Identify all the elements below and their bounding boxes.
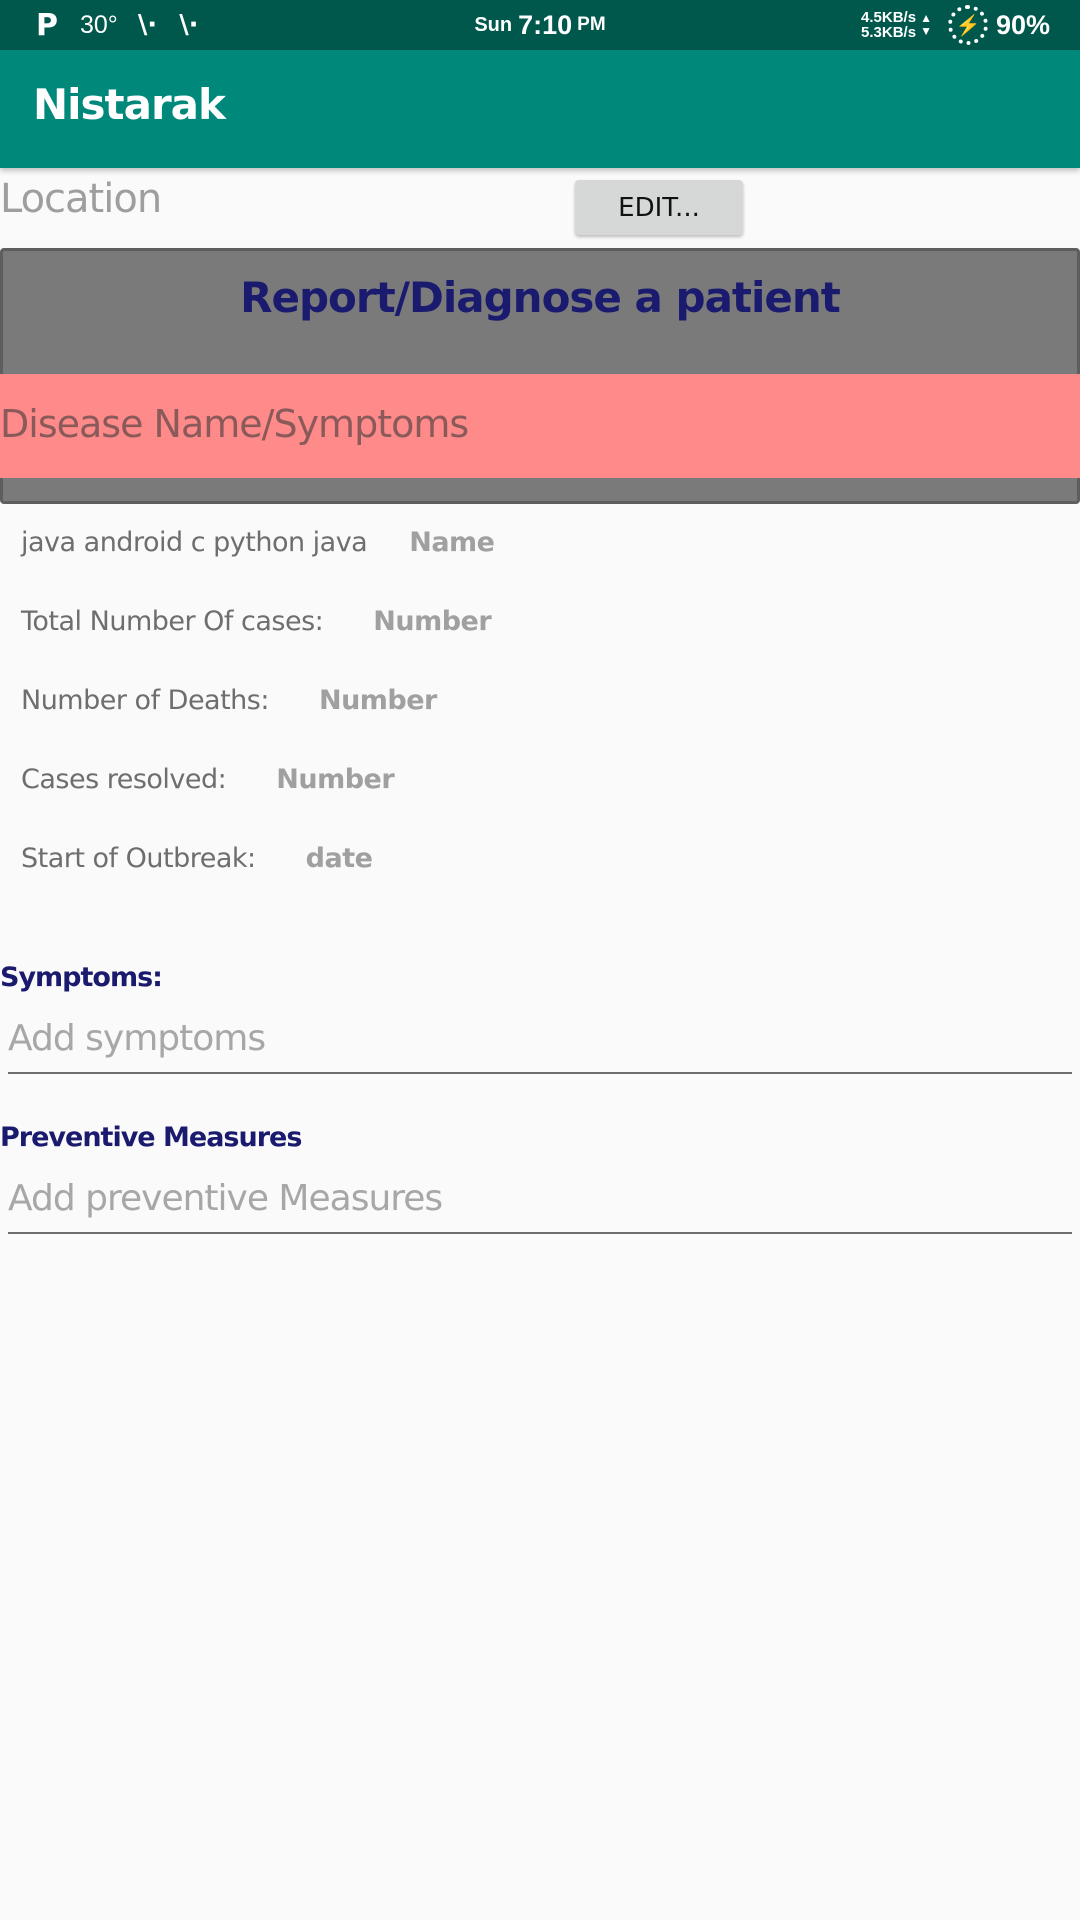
stat-value[interactable]: Number — [319, 685, 437, 716]
screen: P 30° \· \· Sun 7:10 PM 4.5KB/s 5.3KB/s … — [0, 0, 1080, 1920]
stat-value[interactable]: Number — [276, 764, 394, 795]
disease-name-label: Disease Name/Symptoms — [0, 402, 469, 446]
upload-speed: 4.5KB/s — [861, 9, 917, 26]
app-title: Nistarak — [33, 80, 226, 129]
stat-value[interactable]: Number — [373, 606, 491, 637]
stat-row-resolved: Cases resolved: Number — [21, 754, 395, 804]
download-speed: 5.3KB/s — [861, 24, 917, 41]
stat-row-outbreak-start: Start of Outbreak: date — [21, 833, 373, 883]
symptoms-heading: Symptoms: — [0, 962, 163, 993]
battery-charging-icon: ⚡ — [947, 5, 988, 45]
stat-label: Start of Outbreak: — [21, 842, 256, 874]
location-label: Location — [0, 176, 162, 222]
status-day: Sun — [474, 13, 513, 36]
stat-row-name: java android c python java Name — [21, 517, 495, 567]
status-time: 7:10 — [518, 9, 573, 40]
stat-value[interactable]: Name — [409, 527, 495, 558]
stat-label: Total Number Of cases: — [21, 605, 324, 637]
preventive-measures-input[interactable] — [8, 1174, 1072, 1234]
stat-row-deaths: Number of Deaths: Number — [21, 675, 437, 725]
app-bar: Nistarak — [0, 50, 1080, 168]
stat-row-total-cases: Total Number Of cases: Number — [21, 596, 492, 646]
stat-value[interactable]: date — [306, 843, 373, 874]
status-right: 4.5KB/s 5.3KB/s ▲ ▼ ⚡ 90% — [861, 0, 1050, 50]
report-title: Report/Diagnose a patient — [240, 273, 841, 322]
stat-label: Cases resolved: — [21, 763, 227, 795]
status-bar: P 30° \· \· Sun 7:10 PM 4.5KB/s 5.3KB/s … — [0, 0, 1080, 50]
battery-level: 90% — [995, 9, 1050, 40]
stat-label: java android c python java — [21, 526, 368, 558]
symptoms-input[interactable] — [8, 1014, 1072, 1074]
network-speed: 4.5KB/s 5.3KB/s — [861, 10, 916, 40]
preventive-measures-heading: Preventive Measures — [0, 1122, 302, 1153]
stat-label: Number of Deaths: — [21, 684, 269, 716]
network-arrows-icon: ▲ ▼ — [920, 11, 932, 38]
disease-name-field[interactable]: Disease Name/Symptoms — [0, 374, 1080, 478]
status-ampm: PM — [577, 14, 606, 35]
edit-location-button[interactable]: EDIT... — [575, 180, 743, 235]
